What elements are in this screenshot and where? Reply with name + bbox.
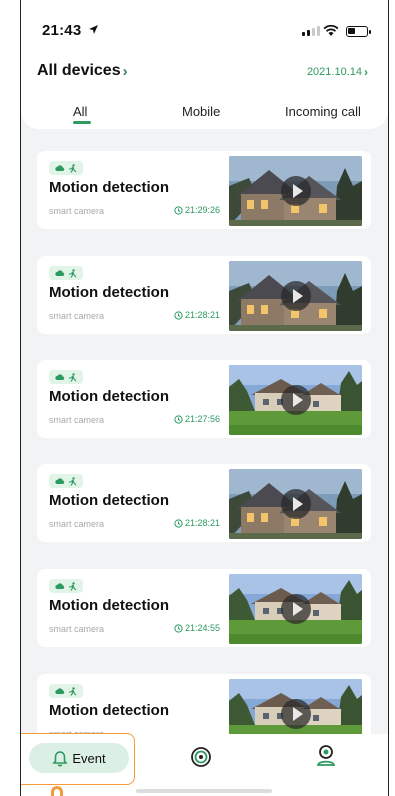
- signal-icon: [302, 26, 320, 36]
- event-time: 21:27:56: [174, 414, 220, 424]
- play-icon[interactable]: [280, 699, 311, 729]
- header: 21:43 All devices › 2021.10.14 › All Mob…: [21, 0, 388, 129]
- cloud-icon: [55, 270, 65, 277]
- event-title: Motion detection: [49, 492, 169, 509]
- event-type-badge: [49, 684, 83, 698]
- cloud-icon: [55, 165, 65, 172]
- event-card[interactable]: Motion detection smart camera 21:28:21: [37, 256, 371, 334]
- event-title: Motion detection: [49, 702, 169, 719]
- event-source: smart camera: [49, 311, 105, 321]
- play-icon[interactable]: [280, 176, 311, 206]
- motion-person-icon: [69, 372, 77, 382]
- event-card[interactable]: Motion detection smart camera 21:28:21: [37, 464, 371, 542]
- user-profile-icon[interactable]: [315, 744, 337, 768]
- event-type-badge: [49, 266, 83, 280]
- event-thumbnail[interactable]: [229, 261, 362, 331]
- tab-all[interactable]: All: [73, 104, 87, 119]
- event-time-text: 21:28:21: [185, 310, 221, 320]
- event-type-badge: [49, 579, 83, 593]
- clock-icon: [174, 310, 183, 320]
- clock-icon: [174, 623, 183, 633]
- date-selector[interactable]: 2021.10.14 ›: [307, 65, 368, 79]
- active-tab-indicator: [73, 121, 91, 124]
- play-icon[interactable]: [280, 385, 311, 415]
- event-title: Motion detection: [49, 597, 169, 614]
- chevron-right-icon: ›: [122, 62, 128, 80]
- pointer-annotation: [51, 786, 63, 796]
- tab-mobile[interactable]: Mobile: [182, 104, 220, 119]
- cloud-icon: [55, 478, 65, 485]
- clock-icon: [174, 205, 183, 215]
- event-time-text: 21:27:56: [185, 414, 221, 424]
- tab-incoming-call[interactable]: Incoming call: [285, 104, 361, 119]
- event-source: smart camera: [49, 519, 105, 529]
- event-thumbnail[interactable]: [229, 365, 362, 435]
- play-icon[interactable]: [280, 489, 311, 519]
- event-time-text: 21:29:26: [185, 205, 221, 215]
- bell-icon: [52, 750, 68, 766]
- cloud-icon: [55, 374, 65, 381]
- clock-icon: [174, 518, 183, 528]
- battery-icon: [346, 26, 371, 37]
- event-title: Motion detection: [49, 388, 169, 405]
- status-bar: 21:43: [21, 20, 388, 44]
- status-time: 21:43: [42, 22, 82, 39]
- event-thumbnail[interactable]: [229, 469, 362, 539]
- home-indicator: [136, 789, 272, 793]
- event-type-badge: [49, 161, 83, 175]
- motion-person-icon: [69, 581, 77, 591]
- clock-icon: [174, 414, 183, 424]
- event-thumbnail[interactable]: [229, 156, 362, 226]
- play-icon[interactable]: [280, 594, 311, 624]
- event-title: Motion detection: [49, 179, 169, 196]
- wifi-icon: [323, 24, 339, 36]
- nav-event-label: Event: [72, 750, 106, 766]
- chevron-right-icon: ›: [364, 65, 368, 79]
- event-source: smart camera: [49, 624, 105, 634]
- device-selector-label: All devices: [37, 62, 121, 79]
- event-source: smart camera: [49, 206, 105, 216]
- location-arrow-icon: [89, 25, 98, 34]
- bottom-navigation: Event: [21, 733, 388, 796]
- app-screen: Motion detection smart camera 21:29:26 M…: [20, 0, 389, 796]
- play-icon[interactable]: [280, 281, 311, 311]
- motion-person-icon: [69, 163, 77, 173]
- event-card[interactable]: Motion detection smart camera 21:29:26: [37, 151, 371, 229]
- event-time-text: 21:28:21: [185, 518, 221, 528]
- device-selector[interactable]: All devices ›: [37, 62, 128, 80]
- motion-person-icon: [69, 268, 77, 278]
- event-time-text: 21:24:55: [185, 623, 221, 633]
- event-time: 21:29:26: [174, 205, 220, 215]
- motion-person-icon: [69, 686, 77, 696]
- event-time: 21:24:55: [174, 623, 220, 633]
- event-type-badge: [49, 370, 83, 384]
- event-card[interactable]: Motion detection smart camera 21:27:56: [37, 360, 371, 438]
- cloud-icon: [55, 688, 65, 695]
- event-thumbnail[interactable]: [229, 574, 362, 644]
- nav-event-button[interactable]: Event: [29, 743, 129, 773]
- event-source: smart camera: [49, 415, 105, 425]
- filter-tabs: All Mobile Incoming call: [21, 104, 388, 126]
- event-time: 21:28:21: [174, 310, 220, 320]
- motion-person-icon: [69, 476, 77, 486]
- event-time: 21:28:21: [174, 518, 220, 528]
- event-title: Motion detection: [49, 284, 169, 301]
- cloud-icon: [55, 583, 65, 590]
- event-type-badge: [49, 474, 83, 488]
- event-card[interactable]: Motion detection smart camera 21:24:55: [37, 569, 371, 647]
- camera-lens-icon[interactable]: [190, 746, 212, 768]
- date-label: 2021.10.14: [306, 66, 362, 78]
